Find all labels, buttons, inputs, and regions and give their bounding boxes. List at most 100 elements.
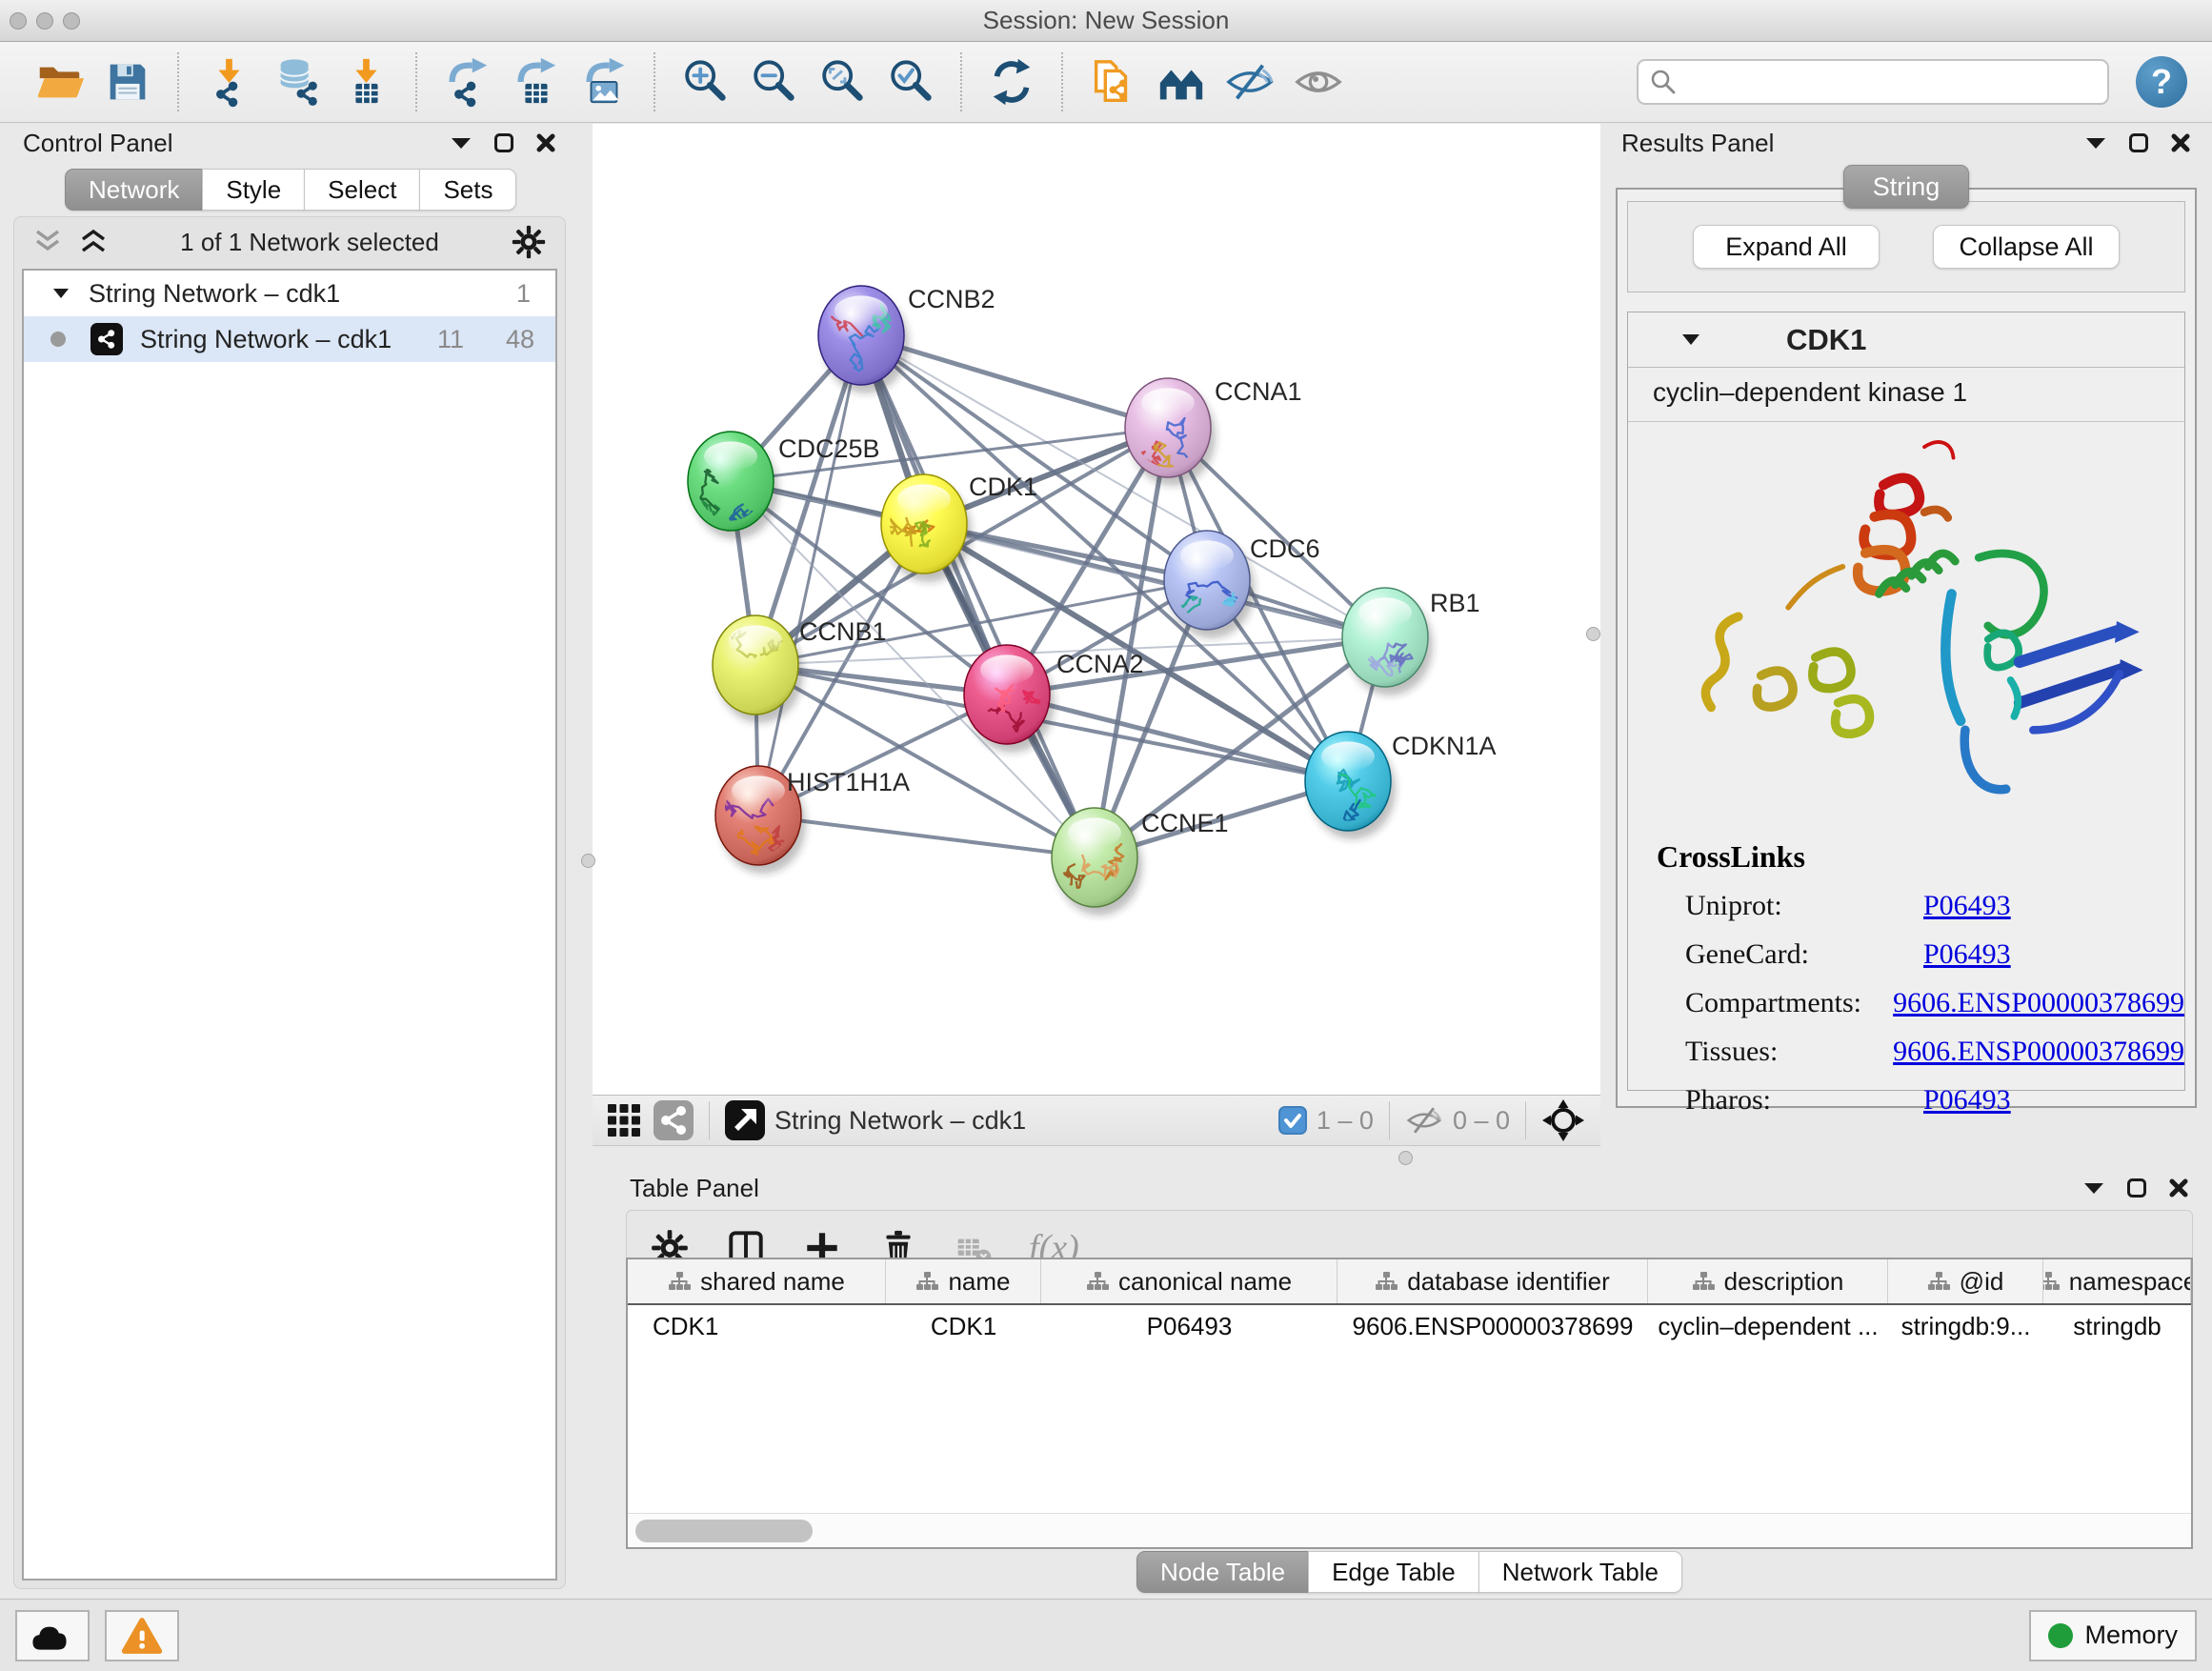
zoom-in-icon[interactable] bbox=[677, 54, 733, 110]
minimize-window-icon[interactable] bbox=[36, 12, 53, 30]
maximize-panel-icon[interactable] bbox=[2128, 132, 2149, 153]
right-splitter-handle[interactable] bbox=[1586, 627, 1600, 641]
crosslink-link[interactable]: 9606.ENSP00000378699 bbox=[1893, 1036, 2184, 1068]
crosslink-link[interactable]: P06493 bbox=[1923, 938, 2011, 971]
column-header-name[interactable]: name bbox=[886, 1259, 1041, 1303]
tab-node-table[interactable]: Node Table bbox=[1136, 1551, 1309, 1593]
cell-namespace[interactable]: stringdb bbox=[2043, 1312, 2191, 1341]
duplicate-network-icon[interactable] bbox=[1085, 54, 1140, 110]
node-CDC6[interactable]: CDC6 bbox=[1164, 531, 1320, 638]
tab-network-table[interactable]: Network Table bbox=[1478, 1551, 1682, 1593]
node-CDKN1A[interactable]: CDKN1A bbox=[1305, 732, 1497, 839]
export-image-icon[interactable] bbox=[576, 54, 632, 110]
column-header-namespace[interactable]: namespace bbox=[2043, 1259, 2191, 1303]
column-header-database-identifier[interactable]: database identifier bbox=[1337, 1259, 1648, 1303]
node-HIST1H1A[interactable]: HIST1H1A bbox=[715, 766, 910, 874]
expand-all-networks-icon[interactable] bbox=[77, 228, 110, 256]
fit-selected-crosshair-icon[interactable] bbox=[1541, 1098, 1585, 1142]
node-CCNB1[interactable]: CCNB1 bbox=[713, 615, 887, 723]
network-row[interactable]: String Network – cdk1 11 48 bbox=[24, 316, 555, 362]
zoom-fit-icon[interactable] bbox=[814, 54, 870, 110]
column-header-description[interactable]: description bbox=[1648, 1259, 1888, 1303]
table-row[interactable]: CDK1CDK1P064939606.ENSP00000378699cyclin… bbox=[628, 1305, 2191, 1347]
network-collection-row[interactable]: String Network – cdk1 1 bbox=[24, 271, 555, 316]
node-CDK1[interactable]: CDK1 bbox=[881, 473, 1037, 582]
tab-edge-table[interactable]: Edge Table bbox=[1308, 1551, 1479, 1593]
hide-selected-icon[interactable] bbox=[1222, 54, 1277, 110]
results-panel: Results Panel String Expand All Collapse… bbox=[1608, 125, 2204, 1165]
column-header-shared-name[interactable]: shared name bbox=[628, 1259, 886, 1303]
gene-symbol: CDK1 bbox=[1786, 323, 1866, 357]
float-panel-icon[interactable] bbox=[2082, 1181, 2105, 1196]
network-type-icon bbox=[90, 323, 123, 355]
open-session-icon[interactable] bbox=[31, 54, 87, 110]
cell-database-identifier[interactable]: 9606.ENSP00000378699 bbox=[1337, 1312, 1648, 1341]
tab-string[interactable]: String bbox=[1843, 165, 1970, 209]
gene-header[interactable]: CDK1 bbox=[1628, 312, 2184, 368]
tab-select[interactable]: Select bbox=[304, 169, 420, 211]
maximize-panel-icon[interactable] bbox=[2126, 1178, 2147, 1198]
tab-sets[interactable]: Sets bbox=[419, 169, 516, 211]
collapse-all-networks-icon[interactable] bbox=[31, 228, 64, 256]
close-panel-icon[interactable] bbox=[2168, 1178, 2189, 1198]
float-panel-icon[interactable] bbox=[2084, 136, 2107, 151]
show-all-icon[interactable] bbox=[1291, 54, 1346, 110]
network-view-canvas[interactable]: CCNB2 CCNA1 CDC25B CDK1 CDC6 RB1 CCNB1 bbox=[593, 124, 1600, 1095]
search-input[interactable] bbox=[1684, 69, 2096, 96]
left-splitter-handle[interactable] bbox=[581, 854, 595, 868]
maximize-panel-icon[interactable] bbox=[493, 132, 514, 153]
cell-name[interactable]: CDK1 bbox=[886, 1312, 1041, 1341]
node-RB1[interactable]: RB1 bbox=[1342, 588, 1480, 695]
expand-all-button[interactable]: Expand All bbox=[1693, 225, 1880, 269]
cell--id[interactable]: stringdb:9... bbox=[1888, 1312, 2043, 1341]
network-options-gear-icon[interactable] bbox=[510, 223, 548, 261]
zoom-out-icon[interactable] bbox=[746, 54, 801, 110]
close-panel-icon[interactable] bbox=[535, 132, 556, 153]
column-header--id[interactable]: @id bbox=[1888, 1259, 2043, 1303]
crosslink-link[interactable]: 9606.ENSP00000378699 bbox=[1893, 987, 2184, 1019]
export-network-icon[interactable] bbox=[439, 54, 494, 110]
cell-description[interactable]: cyclin–dependent ... bbox=[1648, 1312, 1888, 1341]
export-table-icon[interactable] bbox=[508, 54, 563, 110]
save-session-icon[interactable] bbox=[100, 54, 155, 110]
network-badge-icon[interactable] bbox=[654, 1100, 694, 1140]
collapse-all-button[interactable]: Collapse All bbox=[1933, 225, 2120, 269]
grid-view-icon[interactable] bbox=[608, 1104, 640, 1137]
zoom-selected-icon[interactable] bbox=[883, 54, 938, 110]
birdseye-view-icon[interactable] bbox=[725, 1100, 765, 1140]
cell-canonical-name[interactable]: P06493 bbox=[1041, 1312, 1337, 1341]
help-button[interactable]: ? bbox=[2136, 56, 2187, 108]
refresh-view-icon[interactable] bbox=[984, 54, 1039, 110]
collection-count: 1 bbox=[516, 279, 531, 309]
horizontal-splitter-handle[interactable] bbox=[1398, 1151, 1413, 1165]
gene-expander-icon[interactable] bbox=[1681, 333, 1700, 346]
close-window-icon[interactable] bbox=[10, 12, 27, 30]
network-view-toolbar: String Network – cdk1 1 – 0 0 – 0 bbox=[593, 1095, 1600, 1146]
zoom-window-icon[interactable] bbox=[63, 12, 80, 30]
network-overview-icon[interactable] bbox=[1154, 54, 1209, 110]
import-network-database-icon[interactable] bbox=[270, 54, 325, 110]
column-header-canonical-name[interactable]: canonical name bbox=[1041, 1259, 1337, 1303]
cloud-status-button[interactable] bbox=[15, 1610, 90, 1661]
memory-button[interactable]: Memory bbox=[2029, 1610, 2197, 1661]
float-panel-icon[interactable] bbox=[450, 136, 473, 151]
expand-collapse-bar: Expand All Collapse All bbox=[1627, 201, 2185, 292]
import-table-file-icon[interactable] bbox=[338, 54, 393, 110]
toolbar-separator bbox=[654, 52, 655, 111]
import-network-file-icon[interactable] bbox=[201, 54, 256, 110]
close-panel-icon[interactable] bbox=[2170, 132, 2191, 153]
string-network-graph[interactable]: CCNB2 CCNA1 CDC25B CDK1 CDC6 RB1 CCNB1 bbox=[606, 127, 1586, 1094]
collection-expander-icon[interactable] bbox=[52, 288, 70, 299]
warnings-button[interactable] bbox=[105, 1610, 179, 1661]
selected-nodes-checkbox-icon[interactable] bbox=[1278, 1106, 1307, 1135]
crosslink-link[interactable]: P06493 bbox=[1923, 1084, 2011, 1117]
tab-style[interactable]: Style bbox=[202, 169, 305, 211]
scrollbar-thumb[interactable] bbox=[635, 1520, 813, 1542]
tab-network[interactable]: Network bbox=[65, 169, 203, 211]
search-box[interactable] bbox=[1637, 59, 2109, 105]
table-horizontal-scrollbar[interactable] bbox=[628, 1513, 2191, 1547]
crosslink-link[interactable]: P06493 bbox=[1923, 890, 2011, 922]
node-label-RB1: RB1 bbox=[1430, 589, 1480, 617]
crosslink-row: GeneCard: P06493 bbox=[1657, 938, 2184, 971]
cell-shared-name[interactable]: CDK1 bbox=[628, 1312, 886, 1341]
